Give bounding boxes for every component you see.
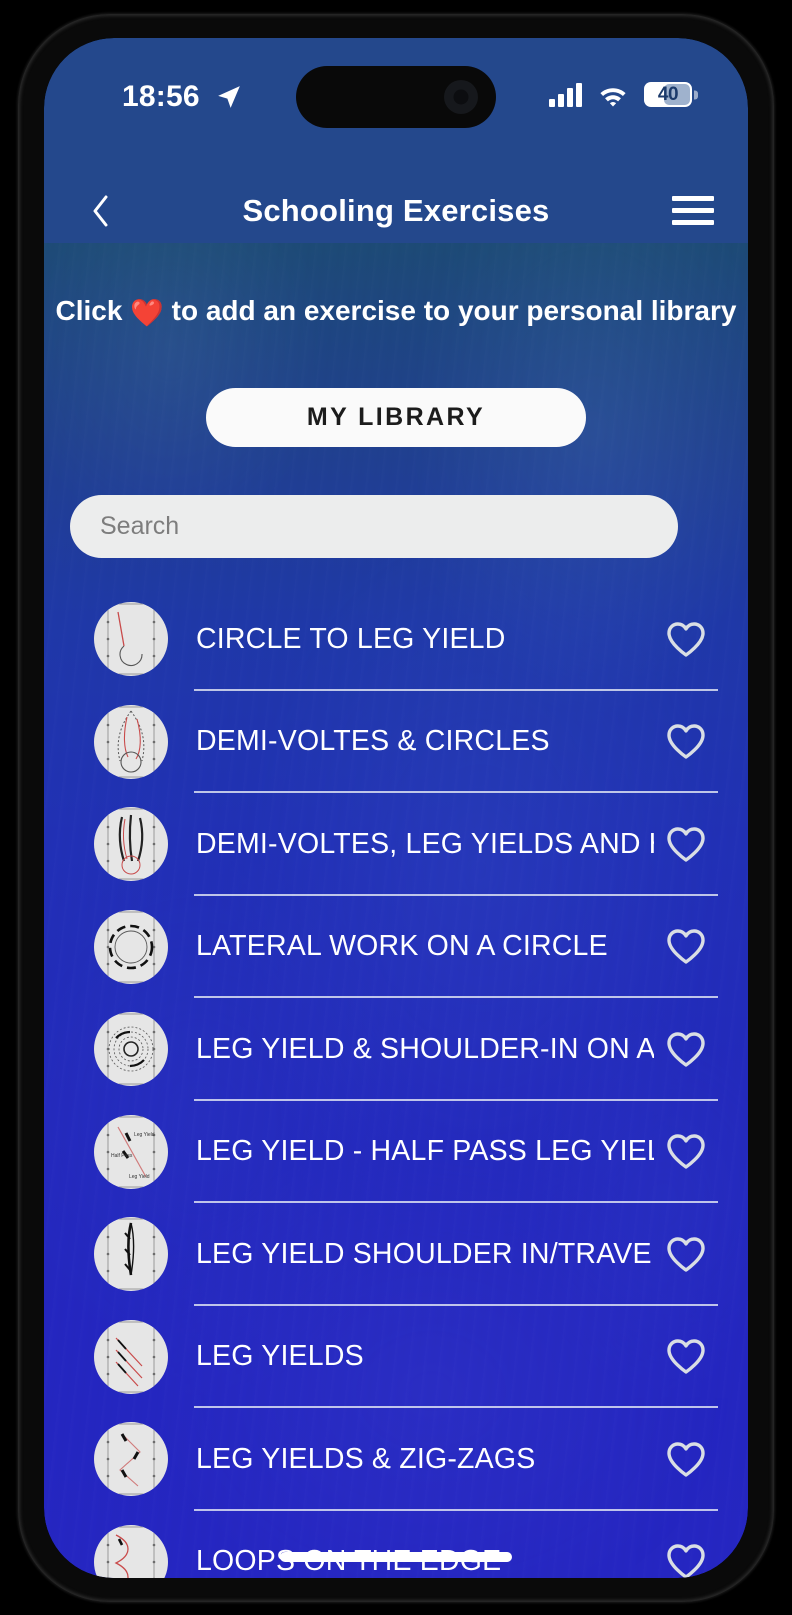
home-indicator (280, 1552, 512, 1562)
dynamic-island (296, 66, 496, 128)
exercise-thumbnail (94, 1012, 168, 1087)
exercise-thumbnail (94, 1319, 168, 1394)
cellular-signal-icon (549, 82, 582, 107)
list-item[interactable]: LEG YIELD SHOULDER IN/TRAVERS L... (44, 1203, 748, 1306)
svg-text:Leg Yield: Leg Yield (129, 1174, 150, 1180)
list-item[interactable]: DEMI-VOLTES, LEG YIELDS AND HAL... (44, 793, 748, 896)
exercise-list: CIRCLE TO LEG YIELD DEMI-VOLTES & CIRCLE… (44, 588, 748, 1578)
exercise-title: LEG YIELDS (196, 1340, 364, 1373)
heart-outline-icon (667, 929, 705, 964)
battery-percent: 40 (657, 83, 679, 105)
favorite-button[interactable] (660, 921, 712, 973)
status-indicators: 40 (549, 82, 692, 107)
exercise-thumbnail (94, 1217, 168, 1292)
page-title: Schooling Exercises (242, 192, 550, 228)
exercise-thumbnail (94, 602, 168, 677)
exercise-title: DEMI-VOLTES & CIRCLES (196, 725, 550, 758)
exercise-thumbnail: Leg Yield Half Pass Leg Yield (94, 1114, 168, 1189)
svg-text:Leg Yield: Leg Yield (134, 1132, 155, 1138)
list-item[interactable]: LEG YIELDS (44, 1306, 748, 1408)
phone-frame: 18:56 40 Schooling Exercises Click ❤️ to… (18, 14, 774, 1602)
heart-outline-icon (667, 724, 705, 759)
list-item[interactable]: LOOPS ON THE EDGE (44, 1511, 748, 1578)
exercise-thumbnail (94, 807, 168, 882)
exercise-title: LEG YIELD & SHOULDER-IN ON A CIR... (196, 1032, 654, 1065)
favorite-button[interactable] (660, 1023, 712, 1075)
favorite-button[interactable] (660, 1126, 712, 1178)
list-item[interactable]: LEG YIELD & SHOULDER-IN ON A CIR... (44, 998, 748, 1101)
favorite-button[interactable] (660, 716, 712, 768)
exercise-title: DEMI-VOLTES, LEG YIELDS AND HAL... (196, 827, 654, 860)
heart-emoji-icon: ❤️ (130, 298, 164, 328)
list-item[interactable]: LEG YIELDS & ZIG-ZAGS (44, 1408, 748, 1511)
exercise-title: CIRCLE TO LEG YIELD (196, 622, 506, 655)
battery-indicator: 40 (644, 82, 692, 107)
list-item[interactable]: CIRCLE TO LEG YIELD (44, 588, 748, 691)
exercise-thumbnail (94, 909, 168, 984)
heart-outline-icon (667, 1544, 705, 1578)
exercise-thumbnail (94, 704, 168, 779)
phone-bezel: 18:56 40 Schooling Exercises Click ❤️ to… (44, 38, 748, 1578)
hint-text: Click ❤️ to add an exercise to your pers… (44, 295, 748, 329)
hint-text-before: Click (55, 295, 131, 326)
svg-text:Half Pass: Half Pass (111, 1153, 133, 1159)
phone-screen: 18:56 40 Schooling Exercises Click ❤️ to… (44, 38, 748, 1578)
my-library-button[interactable]: MY LIBRARY (206, 388, 586, 447)
search-container (70, 495, 678, 558)
favorite-button[interactable] (660, 1331, 712, 1383)
status-time: 18:56 (122, 80, 200, 113)
list-item[interactable]: DEMI-VOLTES & CIRCLES (44, 691, 748, 793)
hint-text-after: to add an exercise to your personal libr… (163, 295, 737, 326)
main-content: Click ❤️ to add an exercise to your pers… (44, 243, 748, 1578)
my-library-button-label: MY LIBRARY (306, 403, 486, 431)
navigation-bar: Schooling Exercises (44, 178, 748, 243)
favorite-button[interactable] (660, 1433, 712, 1485)
heart-outline-icon (667, 1134, 705, 1169)
list-item[interactable]: Leg Yield Half Pass Leg Yield LEG YIELD … (44, 1101, 748, 1203)
exercise-thumbnail (94, 1524, 168, 1578)
exercise-title: LEG YIELDS & ZIG-ZAGS (196, 1442, 536, 1475)
favorite-button[interactable] (660, 1228, 712, 1280)
heart-outline-icon (667, 622, 705, 657)
list-item[interactable]: LATERAL WORK ON A CIRCLE (44, 896, 748, 998)
exercise-thumbnail (94, 1422, 168, 1497)
location-arrow-icon (218, 86, 240, 108)
exercise-title: LEG YIELD SHOULDER IN/TRAVERS L... (196, 1237, 654, 1270)
search-input[interactable] (70, 495, 678, 558)
exercise-title: LEG YIELD - HALF PASS LEG YIELD (196, 1135, 654, 1168)
exercise-title: LATERAL WORK ON A CIRCLE (196, 930, 608, 963)
hamburger-menu-icon[interactable] (672, 194, 714, 228)
heart-outline-icon (667, 1442, 705, 1477)
favorite-button[interactable] (660, 613, 712, 665)
heart-outline-icon (667, 1032, 705, 1067)
heart-outline-icon (667, 827, 705, 862)
wifi-icon (600, 87, 626, 106)
favorite-button[interactable] (660, 818, 712, 870)
favorite-button[interactable] (660, 1536, 712, 1578)
front-camera-icon (444, 80, 478, 114)
heart-outline-icon (667, 1339, 705, 1374)
heart-outline-icon (667, 1237, 705, 1272)
